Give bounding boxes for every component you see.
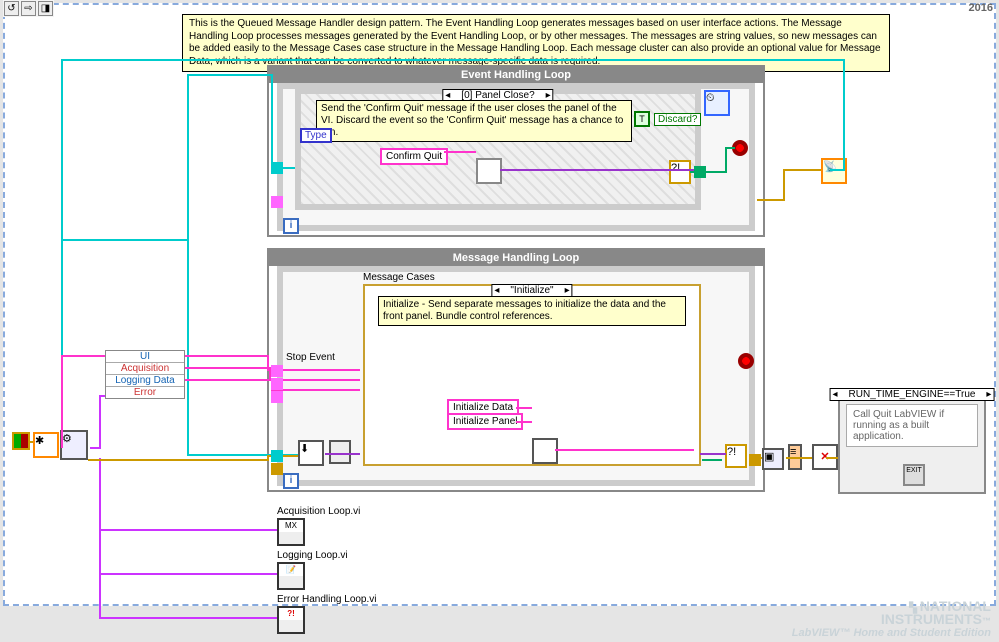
type-terminal: Type bbox=[300, 128, 332, 143]
tunnel-mhl-cluster-3 bbox=[271, 391, 283, 403]
discard-true-constant: T bbox=[634, 111, 650, 127]
iter-terminal-msg-loop: i bbox=[283, 473, 299, 489]
wait-ms-event-loop: ⏲ bbox=[704, 90, 730, 116]
init-panel-constant: Initialize Panel bbox=[447, 413, 523, 430]
close-ref-node: ✕ bbox=[812, 444, 838, 470]
msg-init-note: Initialize - Send separate messages to i… bbox=[378, 296, 686, 326]
stop-terminal-msg-loop bbox=[738, 353, 754, 369]
watermark: ▚ NATIONAL INSTRUMENTS™ LabVIEW™ Home an… bbox=[792, 598, 991, 639]
tunnel-mhl-error bbox=[271, 463, 283, 475]
quit-labview-exit-icon: EXIT bbox=[903, 464, 925, 486]
acq-loop-subvi[interactable]: MX bbox=[277, 518, 305, 546]
iter-terminal-event-loop: i bbox=[283, 218, 299, 234]
enqueue-msg-event-loop bbox=[476, 158, 502, 184]
bundle-row-log: Logging Data bbox=[106, 375, 184, 387]
tunnel-mhl-cluster bbox=[271, 365, 283, 377]
event-loop-title: Event Handling Loop bbox=[269, 67, 763, 83]
tool-run[interactable]: ↺ bbox=[4, 1, 19, 16]
error-handler-event-loop: ?! bbox=[669, 160, 691, 184]
year-label: 2016 bbox=[969, 2, 993, 14]
runtime-engine-note: Call Quit LabVIEW if running as a built … bbox=[846, 404, 978, 447]
merge-errors-node: ≡ bbox=[788, 444, 802, 470]
tunnel-ehl-cluster bbox=[271, 196, 283, 208]
stop-event-label: Stop Event bbox=[286, 352, 335, 363]
discard-terminal: Discard? bbox=[654, 113, 701, 126]
wm-line2: INSTRUMENTS bbox=[881, 611, 982, 627]
dequeue-msg-node: ⬇ bbox=[298, 440, 324, 466]
bundle-cluster-node bbox=[329, 440, 351, 464]
bundle-row-ui: UI bbox=[106, 351, 184, 363]
bd-toolbar: ↺ ⇨ ◨ bbox=[3, 0, 54, 17]
tool-highlight[interactable]: ◨ bbox=[38, 1, 53, 16]
build-array-msg bbox=[532, 438, 558, 464]
error-in-terminal bbox=[12, 432, 30, 450]
dequeue-subvi: 📡 bbox=[821, 158, 847, 184]
wm-line3: LabVIEW™ Home and Student Edition bbox=[792, 627, 991, 639]
log-loop-subvi[interactable]: 📝 bbox=[277, 562, 305, 590]
msg-loop-title: Message Handling Loop bbox=[269, 250, 763, 266]
tool-step[interactable]: ⇨ bbox=[21, 1, 36, 16]
confirm-quit-constant: Confirm Quit bbox=[380, 148, 448, 165]
error-handler-msg-loop: ?! bbox=[725, 444, 747, 468]
tunnel-mhl-queue bbox=[271, 450, 283, 462]
acq-loop-label: Acquisition Loop.vi bbox=[277, 506, 360, 517]
err-loop-label: Error Handling Loop.vi bbox=[277, 594, 377, 605]
create-user-event-node: ⚙ bbox=[60, 430, 88, 460]
tunnel-mhl-error-out bbox=[749, 454, 761, 466]
obtain-queue-node: ✱ bbox=[33, 432, 59, 458]
bundle-row-acq: Acquisition bbox=[106, 363, 184, 375]
err-loop-subvi[interactable]: ?! bbox=[277, 606, 305, 634]
event-note: Send the 'Confirm Quit' message if the u… bbox=[316, 100, 632, 142]
log-loop-label: Logging Loop.vi bbox=[277, 550, 348, 561]
tunnel-mhl-cluster-2 bbox=[271, 378, 283, 390]
message-cases-label: Message Cases bbox=[363, 272, 435, 283]
release-queue-node: ▣ bbox=[762, 448, 784, 470]
stop-terminal-event-loop bbox=[732, 140, 748, 156]
tunnel-ehl-queue bbox=[271, 162, 283, 174]
design-pattern-note: This is the Queued Message Handler desig… bbox=[182, 14, 890, 72]
runtime-engine-selector[interactable]: RUN_TIME_ENGINE==True bbox=[830, 388, 995, 401]
tunnel-ehl-stop bbox=[694, 166, 706, 178]
bundle-row-err: Error bbox=[106, 387, 184, 398]
bundle-by-name: UI Acquisition Logging Data Error bbox=[105, 350, 185, 399]
